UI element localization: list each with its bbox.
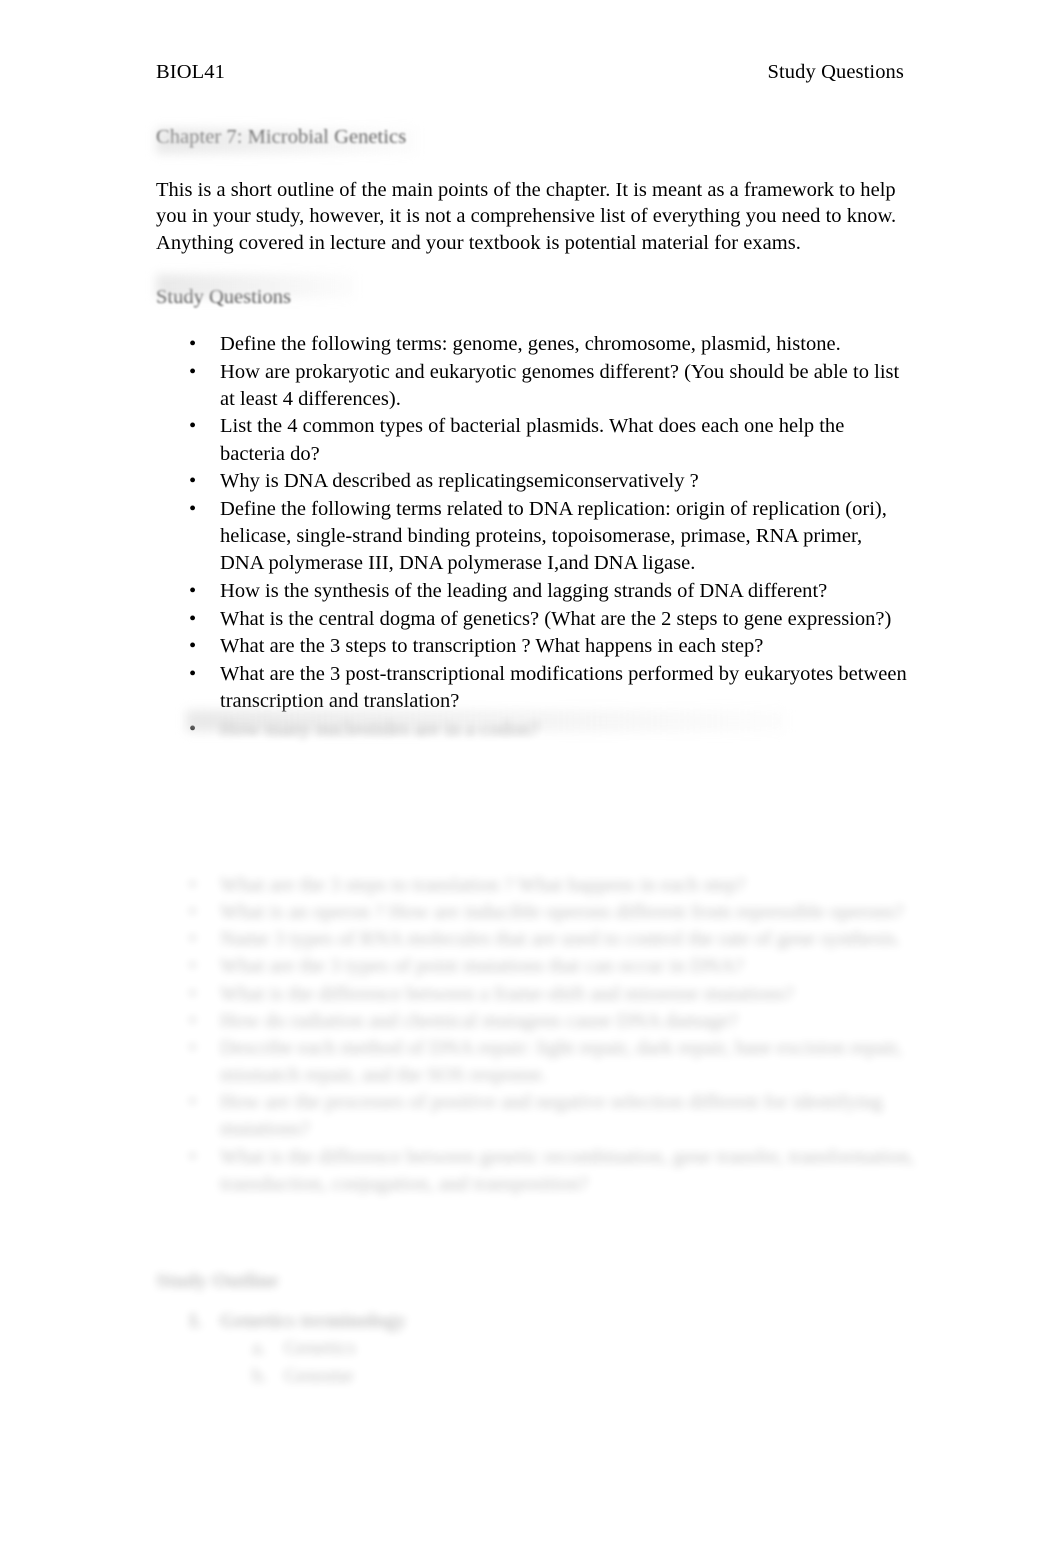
list-item: b. Genome (220, 1363, 856, 1390)
bullet-icon: • (189, 579, 197, 602)
list-item: a. Genetics (220, 1335, 856, 1362)
list-item: • What are the 3 post-transcriptional mo… (156, 661, 908, 715)
list-item: • How do radiation and chemical mutagens… (156, 1008, 916, 1035)
obscured-questions-block: • What are the 3 steps to translation ? … (156, 872, 916, 1198)
bullet-icon: • (189, 635, 197, 658)
bullet-icon: • (189, 717, 197, 740)
outline-number: I. (189, 1310, 203, 1332)
question-text-obscured: How do radiation and chemical mutagens c… (220, 1009, 739, 1032)
page-header: BIOL41 Study Questions (156, 60, 904, 86)
list-item: • Name 3 types of RNA molecules that are… (156, 926, 916, 953)
bullet-icon: • (189, 497, 197, 520)
list-item: • What is an operon ? How are inducible … (156, 899, 916, 926)
question-text-obscured: Describe each method of DNA repair: ligh… (220, 1036, 903, 1087)
outline-number: a. (252, 1337, 267, 1360)
bullet-icon: • (189, 607, 197, 630)
intro-paragraph: This is a short outline of the main poin… (156, 179, 897, 254)
list-item: • Describe each method of DNA repair: li… (156, 1035, 916, 1089)
study-outline-block: I. Genetics terminology a. Genetics b. G… (156, 1308, 856, 1390)
study-questions-list: • Define the following terms: genome, ge… (156, 331, 908, 743)
question-text-obscured: Name 3 types of RNA molecules that are u… (220, 928, 901, 951)
bullet-icon: • (189, 1036, 197, 1059)
question-text-obscured: What is the difference between a frame-s… (220, 982, 794, 1005)
question-text-obscured: What are the 3 types of point mutations … (220, 955, 744, 978)
study-outline-list: I. Genetics terminology a. Genetics b. G… (156, 1308, 856, 1390)
question-text: What is the central dogma of genetics? (… (220, 607, 892, 630)
chapter-title: Chapter 7: Microbial Genetics (156, 126, 407, 148)
question-text: How is the synthesis of the leading and … (220, 579, 828, 602)
obscured-questions-list: • What are the 3 steps to translation ? … (156, 872, 916, 1198)
question-text-obscured: What is the difference between genetic r… (220, 1145, 915, 1195)
bullet-icon: • (189, 333, 197, 355)
document-page: BIOL41 Study Questions Chapter 7: Microb… (0, 0, 1062, 1561)
list-item: • What is the central dogma of genetics?… (156, 606, 908, 633)
bullet-icon: • (189, 1145, 197, 1168)
list-item: • What is the difference between a frame… (156, 981, 916, 1008)
list-item: • What are the 3 steps to transcription … (156, 633, 908, 660)
bullet-icon: • (189, 1009, 197, 1032)
question-text: What are the 3 steps to transcription ? … (220, 635, 764, 658)
bullet-icon: • (189, 415, 197, 438)
question-text: List the 4 common types of bacterial pla… (220, 415, 845, 465)
question-text: What are the 3 post-transcriptional modi… (220, 662, 907, 713)
list-item: • How many nucleotides are in a codon? (156, 716, 908, 743)
question-text: Why is DNA described as replicatingsemic… (220, 470, 699, 493)
list-item: • Define the following terms related to … (156, 496, 908, 577)
list-item: • List the 4 common types of bacterial p… (156, 413, 908, 467)
list-item: • How is the synthesis of the leading an… (156, 578, 908, 605)
question-text-obscured: What are the 3 steps to translation ? Wh… (220, 874, 746, 896)
outline-label: Genetics terminology (220, 1310, 407, 1332)
list-item: • What are the 3 types of point mutation… (156, 953, 916, 980)
bullet-icon: • (189, 982, 197, 1005)
bullet-icon: • (189, 955, 197, 978)
list-item: • How are the processes of positive and … (156, 1089, 916, 1143)
bullet-icon: • (189, 360, 197, 383)
question-text-obscured: How many nucleotides are in a codon? (220, 717, 540, 740)
question-text: Define the following terms: genome, gene… (220, 333, 841, 355)
question-text-obscured: How are the processes of positive and ne… (220, 1091, 883, 1141)
list-item: I. Genetics terminology a. Genetics b. G… (156, 1308, 856, 1390)
bullet-icon: • (189, 1091, 197, 1114)
bullet-icon: • (189, 928, 197, 951)
list-item: • What are the 3 steps to translation ? … (156, 872, 916, 899)
header-document-type: Study Questions (767, 61, 904, 83)
bullet-icon: • (189, 470, 197, 493)
list-item: • Define the following terms: genome, ge… (156, 331, 908, 358)
document-body: Chapter 7: Microbial Genetics This is a … (156, 124, 908, 743)
header-course-code: BIOL41 (156, 61, 225, 83)
outline-label: Genome (284, 1364, 354, 1387)
question-text-obscured: What is an operon ? How are inducible op… (220, 901, 904, 924)
bullet-icon: • (189, 662, 197, 685)
outline-label: Genetics (284, 1337, 356, 1360)
outline-number: b. (252, 1364, 268, 1387)
list-item: • What is the difference between genetic… (156, 1144, 916, 1198)
list-item: • How are prokaryotic and eukaryotic gen… (156, 359, 908, 413)
bullet-icon: • (189, 874, 197, 896)
bullet-icon: • (189, 901, 197, 924)
study-outline-heading: Study Outline (156, 1270, 279, 1292)
study-questions-heading: Study Questions (156, 286, 291, 309)
list-item: • Why is DNA described as replicatingsem… (156, 468, 908, 495)
study-outline-sublist: a. Genetics b. Genome (220, 1335, 856, 1390)
question-text: Define the following terms related to DN… (220, 497, 887, 575)
question-text: How are prokaryotic and eukaryotic genom… (220, 360, 900, 410)
